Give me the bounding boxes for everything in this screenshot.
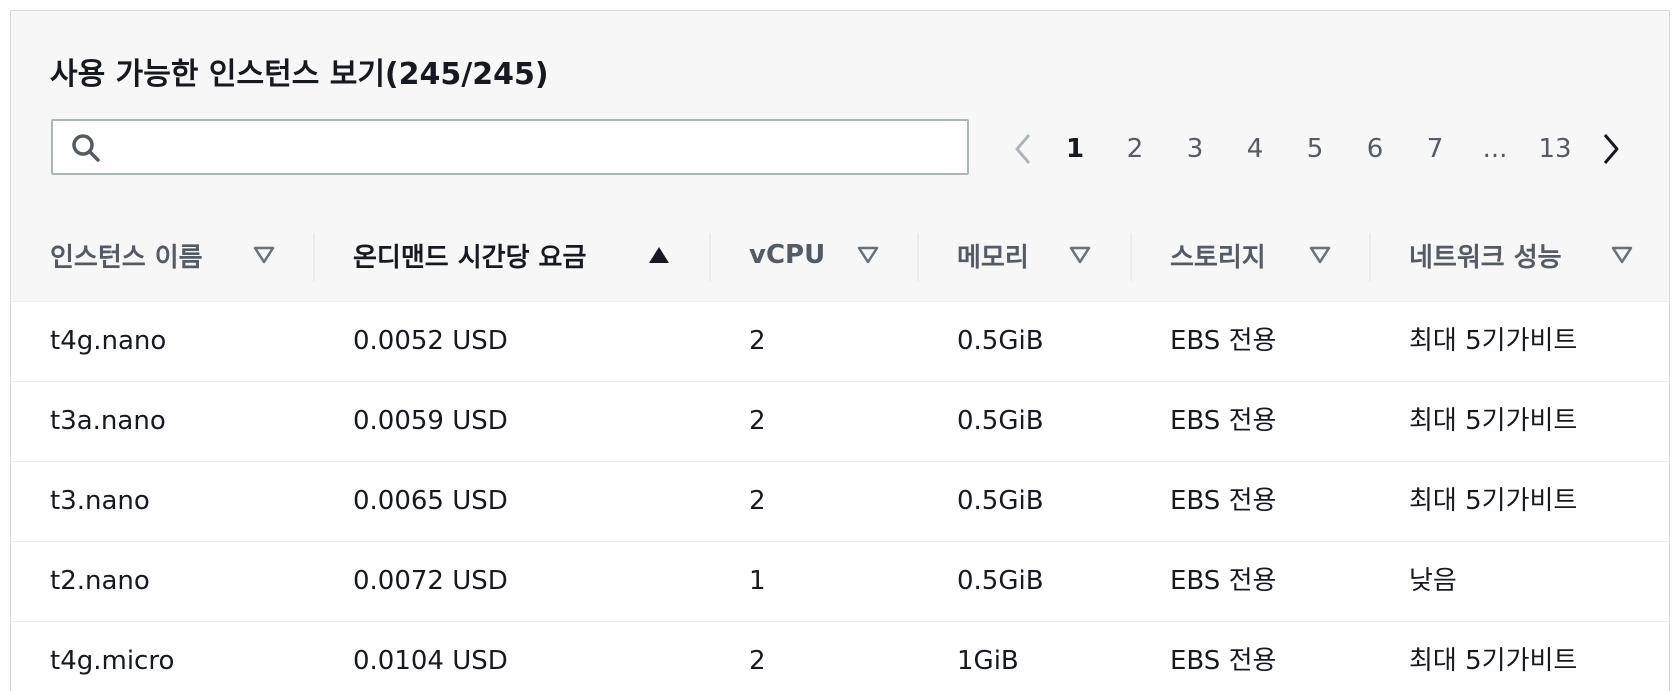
- column-divider[interactable]: [709, 233, 711, 281]
- page-5-button[interactable]: 5: [1285, 134, 1345, 164]
- price-cell: 0.0065 USD: [353, 486, 508, 516]
- sort-caret-down-icon[interactable]: [857, 244, 879, 266]
- network-cell: 최대 5기가비트: [1409, 406, 1578, 436]
- table-row[interactable]: t3a.nano 0.0059 USD 2 0.5GiB EBS 전용 최대 5…: [11, 382, 1669, 462]
- vcpu-cell: 2: [749, 486, 766, 516]
- next-page-button[interactable]: [1589, 123, 1633, 175]
- column-divider[interactable]: [1369, 233, 1371, 281]
- table-row[interactable]: t2.nano 0.0072 USD 1 0.5GiB EBS 전용 낮음: [11, 542, 1669, 622]
- table-body: t4g.nano 0.0052 USD 2 0.5GiB EBS 전용 최대 5…: [11, 302, 1669, 691]
- network-cell: 최대 5기가비트: [1409, 486, 1578, 516]
- storage-cell: EBS 전용: [1170, 646, 1277, 676]
- vcpu-cell: 2: [749, 406, 766, 436]
- chevron-left-icon: [1015, 134, 1031, 164]
- instance-table-panel: 사용 가능한 인스턴스 보기(245/245) 1 2 3 4 5 6 7 ..…: [10, 10, 1670, 691]
- column-header-memory[interactable]: 메모리: [957, 209, 1029, 301]
- network-cell: 최대 5기가비트: [1409, 646, 1578, 676]
- column-header-label: 메모리: [957, 242, 1029, 273]
- page-7-button[interactable]: 7: [1405, 134, 1465, 164]
- table-row[interactable]: t4g.nano 0.0052 USD 2 0.5GiB EBS 전용 최대 5…: [11, 302, 1669, 382]
- memory-cell: 0.5GiB: [957, 566, 1044, 596]
- column-header-label: 스토리지: [1170, 242, 1266, 273]
- page-4-button[interactable]: 4: [1225, 134, 1285, 164]
- table-row[interactable]: t4g.micro 0.0104 USD 2 1GiB EBS 전용 최대 5기…: [11, 622, 1669, 691]
- sort-caret-down-icon[interactable]: [253, 244, 275, 266]
- table-row[interactable]: t3.nano 0.0065 USD 2 0.5GiB EBS 전용 최대 5기…: [11, 462, 1669, 542]
- memory-cell: 0.5GiB: [957, 406, 1044, 436]
- page-13-button[interactable]: 13: [1525, 134, 1585, 164]
- column-header-label: 인스턴스 이름: [50, 242, 203, 273]
- price-cell: 0.0104 USD: [353, 646, 508, 676]
- column-header-label: vCPU: [749, 240, 826, 270]
- column-header-network-performance[interactable]: 네트워크 성능: [1409, 209, 1562, 301]
- column-header-vcpu[interactable]: vCPU: [749, 209, 825, 301]
- column-divider[interactable]: [1130, 233, 1132, 281]
- memory-cell: 1GiB: [957, 646, 1019, 676]
- previous-page-button[interactable]: [1001, 123, 1045, 175]
- column-divider[interactable]: [313, 233, 315, 281]
- search-input[interactable]: [113, 129, 957, 167]
- page-title: 사용 가능한 인스턴스 보기(245/245): [50, 57, 549, 92]
- memory-cell: 0.5GiB: [957, 326, 1044, 356]
- instance-name-cell: t2.nano: [50, 566, 150, 596]
- storage-cell: EBS 전용: [1170, 486, 1277, 516]
- sort-caret-down-icon[interactable]: [1611, 244, 1633, 266]
- column-header-instance-name[interactable]: 인스턴스 이름: [50, 209, 203, 301]
- page-3-button[interactable]: 3: [1165, 134, 1225, 164]
- vcpu-cell: 2: [749, 326, 766, 356]
- instance-name-cell: t3a.nano: [50, 406, 166, 436]
- table-header-area: 사용 가능한 인스턴스 보기(245/245) 1 2 3 4 5 6 7 ..…: [11, 11, 1669, 210]
- table-column-headers: 인스턴스 이름 온디맨드 시간당 요금 vCPU 메모리 스토리지 네트워크 성…: [11, 209, 1669, 302]
- column-divider[interactable]: [917, 233, 919, 281]
- storage-cell: EBS 전용: [1170, 566, 1277, 596]
- storage-cell: EBS 전용: [1170, 406, 1277, 436]
- memory-cell: 0.5GiB: [957, 486, 1044, 516]
- sort-caret-down-icon[interactable]: [1069, 244, 1091, 266]
- price-cell: 0.0059 USD: [353, 406, 508, 436]
- page-2-button[interactable]: 2: [1105, 134, 1165, 164]
- search-icon: [72, 134, 100, 162]
- page-ellipsis: ...: [1482, 134, 1508, 164]
- network-cell: 낮음: [1409, 566, 1457, 596]
- column-header-storage[interactable]: 스토리지: [1170, 209, 1266, 301]
- vcpu-cell: 1: [749, 566, 766, 596]
- instance-name-cell: t4g.nano: [50, 326, 167, 356]
- vcpu-cell: 2: [749, 646, 766, 676]
- column-header-label: 온디맨드 시간당 요금: [353, 242, 587, 273]
- column-header-ondemand-price[interactable]: 온디맨드 시간당 요금: [353, 209, 586, 301]
- sort-caret-down-icon[interactable]: [1309, 244, 1331, 266]
- instance-name-cell: t4g.micro: [50, 646, 175, 676]
- page-1-button[interactable]: 1: [1045, 134, 1105, 164]
- pagination: 1 2 3 4 5 6 7 ... 13: [1001, 123, 1633, 175]
- page-6-button[interactable]: 6: [1345, 134, 1405, 164]
- sort-caret-up-icon[interactable]: [647, 244, 671, 266]
- column-header-label: 네트워크 성능: [1409, 242, 1562, 273]
- price-cell: 0.0072 USD: [353, 566, 508, 596]
- chevron-right-icon: [1603, 134, 1619, 164]
- storage-cell: EBS 전용: [1170, 326, 1277, 356]
- search-field[interactable]: [51, 119, 969, 175]
- instance-name-cell: t3.nano: [50, 486, 150, 516]
- network-cell: 최대 5기가비트: [1409, 326, 1578, 356]
- price-cell: 0.0052 USD: [353, 326, 508, 356]
